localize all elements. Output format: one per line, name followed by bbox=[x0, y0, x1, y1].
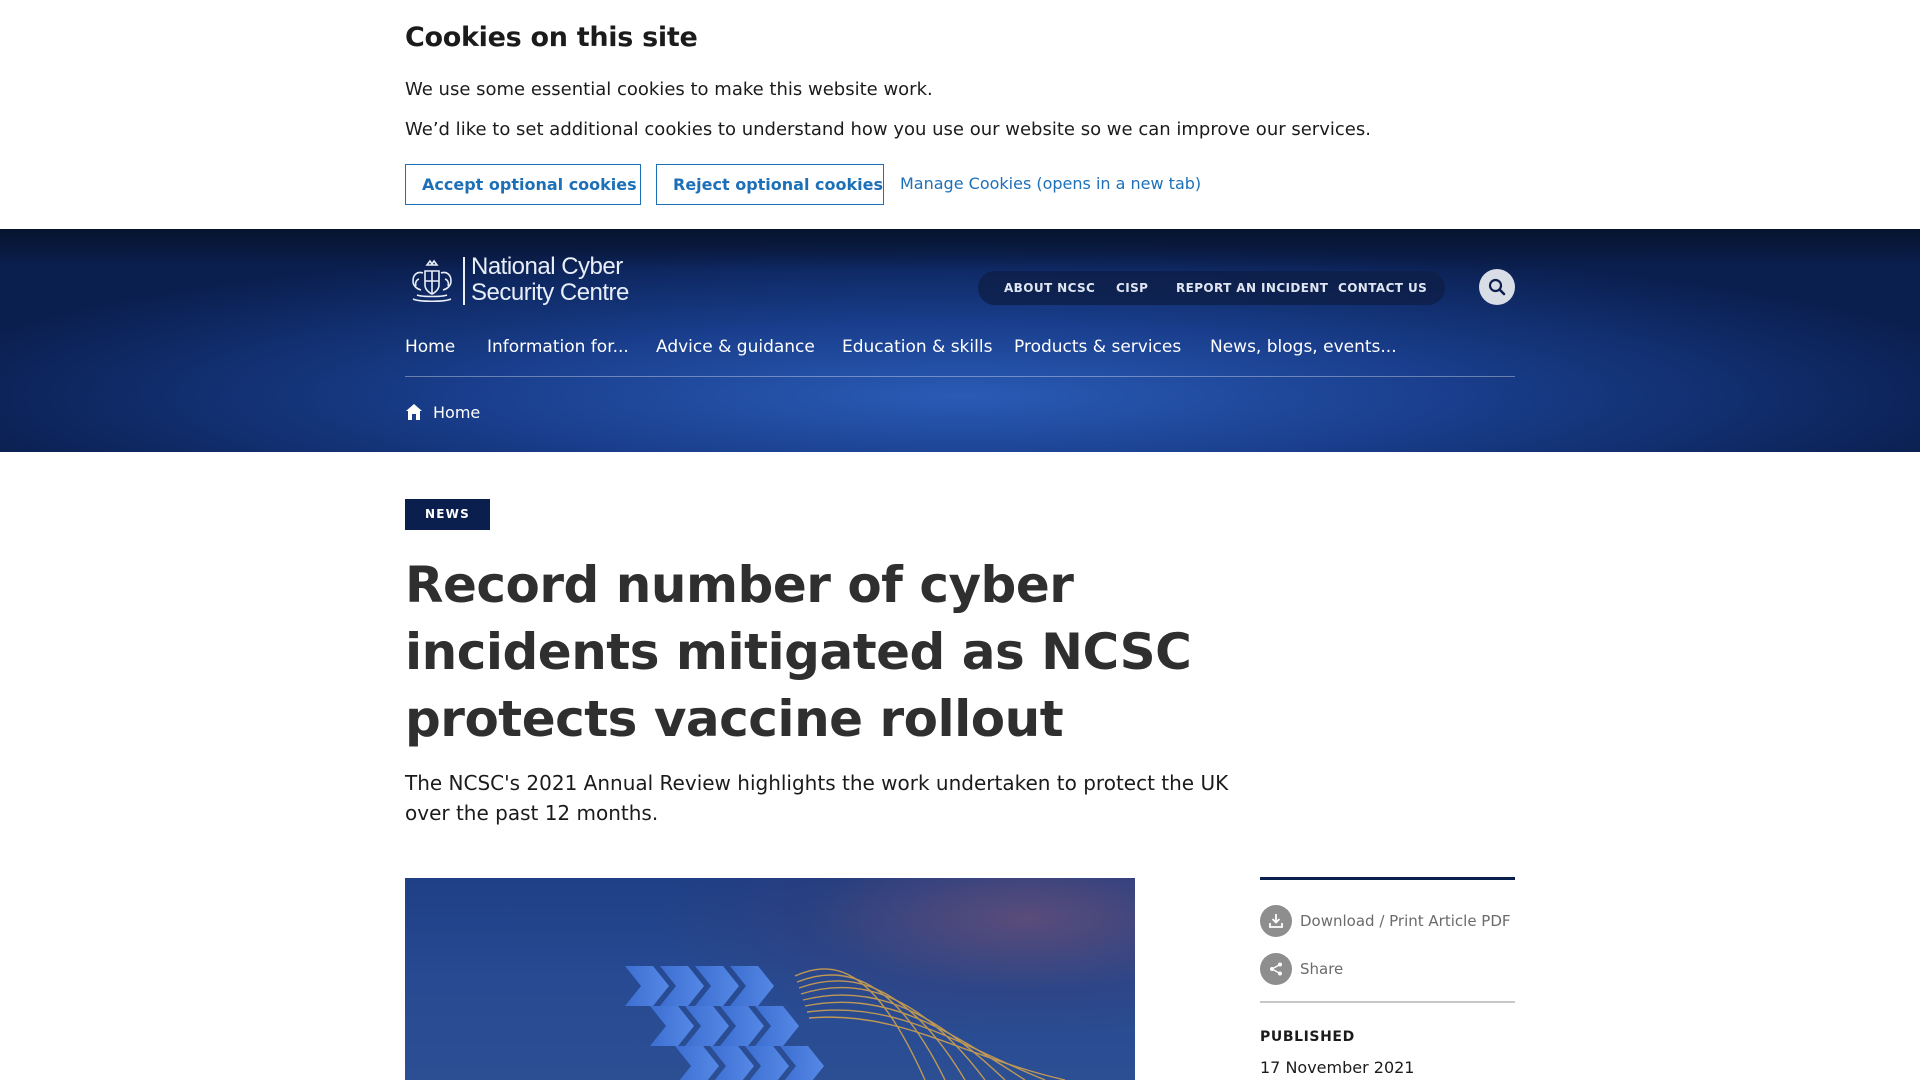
search-icon bbox=[1488, 278, 1506, 296]
cookie-banner-title: Cookies on this site bbox=[405, 22, 698, 53]
article-headline: Record number of cyber incidents mitigat… bbox=[405, 556, 1192, 748]
category-tag: NEWS bbox=[405, 499, 490, 530]
utility-link-about[interactable]: ABOUT NCSC bbox=[1004, 271, 1095, 305]
utility-nav: ABOUT NCSC CISP REPORT AN INCIDENT CONTA… bbox=[978, 271, 1445, 305]
download-icon bbox=[1260, 905, 1292, 937]
nav-item-products-services[interactable]: Products & services bbox=[1014, 317, 1181, 377]
nav-item-home[interactable]: Home bbox=[405, 317, 455, 377]
sidebar-divider bbox=[1260, 1001, 1515, 1003]
cookie-banner-text-optional: We’d like to set additional cookies to u… bbox=[405, 119, 1371, 140]
manage-cookies-link[interactable]: Manage Cookies (opens in a new tab) bbox=[900, 174, 1201, 193]
article-hero-image bbox=[405, 878, 1135, 1080]
article-summary: The NCSC's 2021 Annual Review highlights… bbox=[405, 771, 1229, 825]
cookie-banner: Cookies on this site We use some essenti… bbox=[0, 0, 1920, 229]
ncsc-logo[interactable]: National Cyber Security Centre bbox=[405, 253, 645, 307]
royal-crest-icon bbox=[412, 259, 452, 303]
main-nav: Home Information for... Advice & guidanc… bbox=[405, 317, 1515, 377]
search-button[interactable] bbox=[1479, 269, 1515, 305]
share-label: Share bbox=[1300, 960, 1344, 978]
nav-item-advice-guidance[interactable]: Advice & guidance bbox=[656, 317, 815, 377]
accept-cookies-button[interactable]: Accept optional cookies bbox=[405, 164, 641, 205]
logo-text-line1: National Cyber bbox=[471, 253, 623, 280]
logo-text-line2: Security Centre bbox=[471, 279, 629, 306]
breadcrumb-home-link[interactable]: Home bbox=[433, 403, 480, 422]
nav-item-information-for[interactable]: Information for... bbox=[487, 317, 629, 377]
utility-link-report-incident[interactable]: REPORT AN INCIDENT bbox=[1176, 271, 1328, 305]
published-date: 17 November 2021 bbox=[1260, 1058, 1415, 1077]
chevron-graphic bbox=[625, 966, 1066, 1080]
site-header: National Cyber Security Centre ABOUT NCS… bbox=[0, 229, 1920, 452]
home-icon bbox=[406, 404, 422, 420]
share-icon bbox=[1260, 953, 1292, 985]
download-pdf-label: Download / Print Article PDF bbox=[1300, 912, 1511, 930]
logo-divider bbox=[463, 257, 465, 305]
reject-cookies-button[interactable]: Reject optional cookies bbox=[656, 164, 884, 205]
cookie-banner-text-essential: We use some essential cookies to make th… bbox=[405, 79, 933, 100]
nav-item-news-blogs-events[interactable]: News, blogs, events... bbox=[1210, 317, 1397, 377]
utility-link-cisp[interactable]: CISP bbox=[1116, 271, 1148, 305]
sidebar-top-rule bbox=[1260, 877, 1515, 880]
published-label: PUBLISHED bbox=[1260, 1029, 1355, 1045]
utility-link-contact[interactable]: CONTACT US bbox=[1338, 271, 1427, 305]
nav-item-education-skills[interactable]: Education & skills bbox=[842, 317, 992, 377]
